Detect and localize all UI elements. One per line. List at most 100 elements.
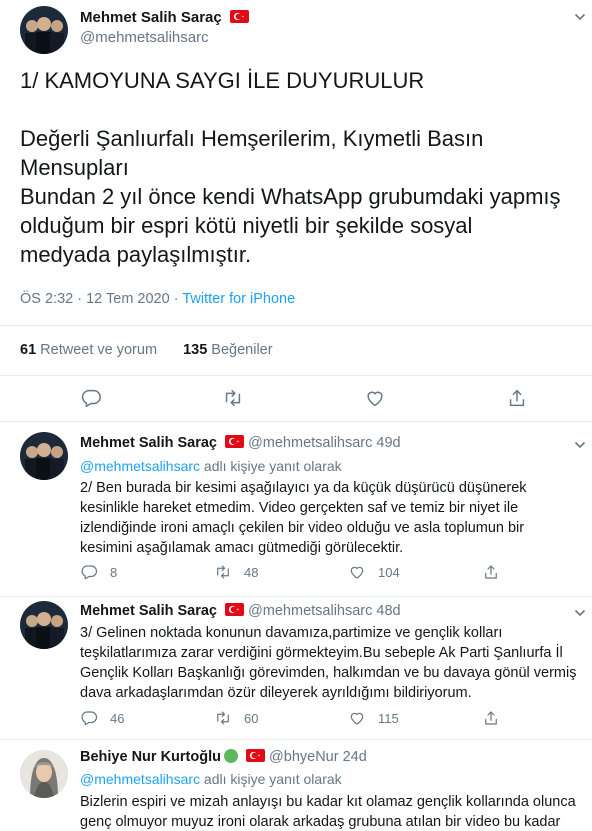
avatar-photo — [20, 750, 68, 798]
retweet-button[interactable] — [222, 387, 244, 409]
reply-line: dava arkadaşlarımdan özür dileyerek ayrı… — [80, 685, 472, 701]
tweet-time[interactable]: ÖS 2:32 — [20, 291, 73, 307]
turkey-flag-icon — [225, 435, 245, 448]
tweet-text: 1/ KAMOYUNA SAYGI İLE DUYURULUR Değerli … — [20, 66, 580, 269]
avatar[interactable] — [20, 750, 68, 798]
reply-text: Bizlerin espiri ve mizah anlayışı bu kad… — [80, 792, 590, 831]
retweet-arrows-icon — [217, 711, 229, 725]
author-name[interactable]: Mehmet Salih Saraç — [80, 9, 249, 26]
author-handle[interactable]: @mehmetsalihsarc — [248, 603, 372, 619]
avatar[interactable] — [20, 432, 68, 480]
share-button[interactable] — [482, 709, 512, 727]
author-name-text: Mehmet Salih Saraç — [80, 9, 222, 26]
reply-count: 46 — [110, 710, 125, 726]
author-handle[interactable]: @mehmetsalihsarc — [248, 435, 372, 451]
reply-age[interactable]: 49d — [376, 435, 400, 451]
avatar-photo — [20, 432, 68, 480]
reply-line: teşkilatlarımıza zarar verdiğini görmekt… — [80, 645, 563, 661]
reply-tweet[interactable]: Behiye Nur Kurtoğlu @bhyeNur 24d @mehmet… — [0, 740, 592, 831]
reply-line: 2/ Ben burada bir kesimi aşağılayıcı ya … — [80, 480, 527, 496]
reply-age[interactable]: 48d — [376, 603, 400, 619]
tweet-line: olduğum bir espri kötü niyetli bir şekil… — [20, 213, 473, 238]
like-count: 115 — [378, 710, 399, 726]
meta-separator: · — [77, 291, 83, 307]
like-stat-label: Beğeniler — [211, 342, 273, 358]
replying-to-suffix: adlı kişiye yanıt olarak — [203, 771, 342, 787]
like-button[interactable]: 115 — [348, 709, 399, 727]
retweet-button[interactable]: 48 — [214, 563, 258, 581]
reply-age[interactable]: 24d — [343, 749, 367, 765]
tweet-line: Bundan 2 yıl önce kendi WhatsApp grubumd… — [20, 184, 561, 209]
reply-line: genç olmuyor muyuz ironi olarak arkadaş … — [80, 814, 561, 830]
like-count: 104 — [378, 564, 400, 580]
retweet-stat-label: Retweet ve yorum — [40, 342, 158, 358]
reply-tweet[interactable]: Mehmet Salih Saraç @mehmetsalihsarc 48d … — [0, 597, 592, 739]
turkey-flag-icon — [225, 603, 245, 616]
retweet-count: 61 — [20, 342, 37, 358]
reply-header: Mehmet Salih Saraç @mehmetsalihsarc 49d — [80, 435, 401, 451]
like-count: 135 — [183, 342, 208, 358]
like-button[interactable]: 104 — [348, 563, 400, 581]
reply-count: 8 — [110, 564, 118, 580]
avatar[interactable] — [20, 601, 68, 649]
tweet-date[interactable]: 12 Tem 2020 — [86, 291, 170, 307]
reply-text: 2/ Ben burada bir kesimi aşağılayıcı ya … — [80, 478, 580, 558]
reply-button[interactable]: 8 — [80, 563, 117, 581]
tweet-line: Mensupları — [20, 155, 129, 180]
speech-bubble-icon — [81, 565, 98, 580]
tweet-line-gap — [20, 95, 580, 124]
reply-tweet[interactable]: Mehmet Salih Saraç @mehmetsalihsarc 49d … — [0, 422, 592, 596]
retweet-button[interactable]: 60 — [214, 709, 258, 727]
like-button[interactable] — [364, 387, 386, 409]
share-button[interactable] — [482, 563, 512, 581]
chevron-down-icon[interactable] — [574, 606, 586, 618]
author-name[interactable]: Mehmet Salih Saraç — [80, 603, 217, 619]
divider — [0, 325, 592, 326]
replying-to-suffix: adlı kişiye yanıt olarak — [203, 458, 342, 474]
reply-button[interactable] — [80, 387, 102, 409]
heart-icon — [367, 391, 383, 407]
main-tweet-header: Mehmet Salih Saraç @mehmetsalihsarc — [0, 0, 592, 60]
turkey-flag-icon — [229, 10, 249, 23]
reply-header: Mehmet Salih Saraç @mehmetsalihsarc 48d — [80, 603, 401, 619]
avatar[interactable] — [20, 6, 68, 54]
share-upload-icon — [485, 565, 497, 579]
replying-to-link[interactable]: @mehmetsalihsarc — [80, 458, 200, 474]
tweet-line: medyada paylaşılmıştır. — [20, 242, 252, 267]
replying-to: @mehmetsalihsarc adlı kişiye yanıt olara… — [80, 458, 342, 474]
avatar-photo — [20, 6, 68, 54]
heart-icon — [350, 566, 364, 579]
like-stat[interactable]: 135 Beğeniler — [183, 342, 273, 358]
retweet-arrows-icon — [217, 565, 229, 579]
reply-line: 3/ Gelinen noktada konunun davamıza,part… — [80, 625, 503, 641]
chevron-down-icon[interactable] — [574, 438, 586, 450]
tweet-line: Değerli Şanlıurfalı Hemşerilerim, Kıymet… — [20, 126, 484, 151]
reply-line: kesimini aşağılamak amacı gütmediği görü… — [80, 540, 404, 556]
reply-button[interactable]: 46 — [80, 709, 124, 727]
author-name[interactable]: Mehmet Salih Saraç — [80, 435, 217, 451]
tweet-stats: 61 Retweet ve yorum 135 Beğeniler — [20, 342, 273, 358]
retweet-count: 48 — [244, 564, 259, 580]
reply-line: Gençlik Kolları Başkanlığı görevimden, h… — [80, 665, 577, 681]
replying-to: @mehmetsalihsarc adlı kişiye yanıt olara… — [80, 771, 342, 787]
replying-to-link[interactable]: @mehmetsalihsarc — [80, 771, 200, 787]
reply-header: Behiye Nur Kurtoğlu @bhyeNur 24d — [80, 749, 367, 765]
speech-bubble-icon — [81, 711, 98, 726]
author-handle[interactable]: @mehmetsalihsarc — [80, 29, 209, 46]
share-button[interactable] — [506, 387, 528, 409]
chevron-down-icon[interactable] — [574, 10, 586, 22]
turkey-flag-icon — [246, 749, 266, 762]
tweet-source-link[interactable]: Twitter for iPhone — [182, 291, 295, 307]
share-upload-icon — [485, 711, 497, 725]
reply-line: kesinlikle hareket etmedim. Video gerçek… — [80, 500, 519, 516]
author-name[interactable]: Behiye Nur Kurtoğlu — [80, 749, 221, 765]
share-upload-icon — [509, 389, 525, 407]
meta-separator: · — [173, 291, 179, 307]
retweet-stat[interactable]: 61 Retweet ve yorum — [20, 342, 157, 358]
author-handle[interactable]: @bhyeNur — [269, 749, 339, 765]
main-tweet-actions — [0, 376, 592, 420]
reply-line: izlendiğinde ironi amaçlı çekilen bir vi… — [80, 520, 525, 536]
tweet-line: 1/ KAMOYUNA SAYGI İLE DUYURULUR — [20, 68, 425, 93]
reply-line: Bizlerin espiri ve mizah anlayışı bu kad… — [80, 794, 576, 810]
speech-bubble-icon — [81, 389, 101, 407]
